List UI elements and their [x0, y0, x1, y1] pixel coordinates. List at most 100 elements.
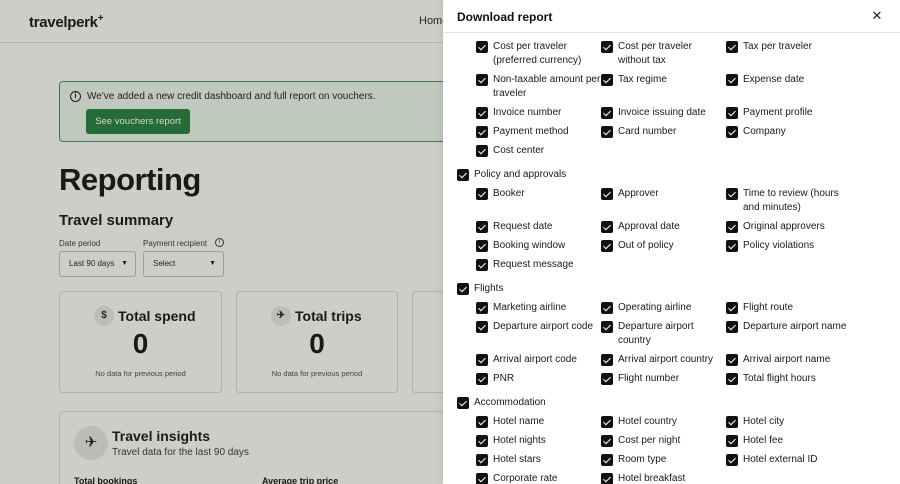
checkbox-booker[interactable]	[476, 188, 488, 200]
checkbox-departure-airport-code[interactable]	[476, 321, 488, 333]
checkbox-cost-per-night[interactable]	[601, 435, 613, 447]
option-label-line: Booking window	[493, 240, 566, 251]
option-label: Expense date	[743, 73, 804, 87]
checkbox-approver[interactable]	[601, 188, 613, 200]
option-label: Marketing airline	[493, 301, 566, 315]
option-label-line: Tax per traveler	[743, 41, 812, 52]
option-label: Tax per traveler	[743, 40, 812, 54]
checkbox-flight-route[interactable]	[726, 302, 738, 314]
checkbox-total-flight-hours[interactable]	[726, 373, 738, 385]
checkbox-hotel-fee[interactable]	[726, 435, 738, 447]
checkbox-cost-center[interactable]	[476, 145, 488, 157]
option-label-line: Arrival airport country	[618, 354, 714, 365]
option-label: Hotel external ID	[743, 453, 817, 467]
section-checkbox[interactable]	[457, 397, 469, 409]
option-label: Cost per night	[618, 434, 680, 448]
option-label: PNR	[493, 372, 514, 386]
checkbox-departure-airport-country[interactable]	[601, 321, 613, 333]
option-label-line: Hotel country	[618, 416, 677, 427]
download-report-drawer: Download report ✕ Cost per traveler (pref…	[443, 0, 900, 484]
checkbox-expense-date[interactable]	[726, 74, 738, 86]
section-checkbox[interactable]	[457, 283, 469, 295]
option-label-line: Arrival airport name	[743, 354, 831, 365]
checkbox-hotel-external-id[interactable]	[726, 454, 738, 466]
option-label: Hotel fee	[743, 434, 783, 448]
option-label-line: Approver	[618, 188, 659, 199]
checkbox-payment-profile[interactable]	[726, 107, 738, 119]
checkbox-invoice-issuing-date[interactable]	[601, 107, 613, 119]
checkbox-approval-date[interactable]	[601, 221, 613, 233]
option-label: Cost per traveler without tax	[618, 40, 692, 68]
option-label: Arrival airport name	[743, 353, 830, 367]
option-label-line: Hotel stars	[493, 454, 541, 465]
option-label: Payment profile	[743, 106, 812, 120]
option-label-line: Invoice number	[493, 107, 562, 118]
option-label: Request message	[493, 258, 574, 272]
section-label: Flights	[474, 283, 504, 294]
checkbox-cost-per-traveler-preferred-currency[interactable]	[476, 41, 488, 53]
checkbox-pnr[interactable]	[476, 373, 488, 385]
checkbox-arrival-airport-name[interactable]	[726, 354, 738, 366]
checkbox-tax-regime[interactable]	[601, 74, 613, 86]
option-label: Arrival airport country	[618, 353, 713, 367]
checkbox-corporate-rate[interactable]	[476, 473, 488, 484]
option-label-line: Payment profile	[743, 107, 813, 118]
checkbox-original-approvers[interactable]	[726, 221, 738, 233]
option-label-line: Cost per night	[618, 435, 681, 446]
option-label: Departure airport name	[743, 320, 846, 334]
checkbox-cost-per-traveler-without-tax[interactable]	[601, 41, 613, 53]
option-label: Out of policy	[618, 239, 674, 253]
section-checkbox[interactable]	[457, 169, 469, 181]
drawer-header: Download report ✕	[443, 0, 900, 33]
option-label-line: Departure airport code	[493, 321, 594, 332]
checkbox-request-message[interactable]	[476, 259, 488, 271]
checkbox-payment-method[interactable]	[476, 126, 488, 138]
checkbox-operating-airline[interactable]	[601, 302, 613, 314]
option-label-line: without tax	[618, 55, 666, 66]
checkbox-arrival-airport-code[interactable]	[476, 354, 488, 366]
option-label: Invoice number	[493, 106, 561, 120]
option-label: Approval date	[618, 220, 680, 234]
option-label-line: Expense date	[743, 74, 805, 85]
option-label: Hotel country	[618, 415, 677, 429]
checkbox-out-of-policy[interactable]	[601, 240, 613, 252]
checkbox-arrival-airport-country[interactable]	[601, 354, 613, 366]
option-label-line: Cost per traveler	[618, 41, 692, 52]
option-label-line: Total flight hours	[743, 373, 816, 384]
option-label-line: Approval date	[618, 221, 680, 232]
option-label-line: Room type	[618, 454, 667, 465]
option-label-line: Hotel nights	[493, 435, 546, 446]
option-label: Departure airport code	[493, 320, 593, 334]
option-label-line: Cost center	[493, 145, 545, 156]
option-label: Approver	[618, 187, 659, 201]
checkbox-company[interactable]	[726, 126, 738, 138]
checkbox-booking-window[interactable]	[476, 240, 488, 252]
checkbox-tax-per-traveler[interactable]	[726, 41, 738, 53]
checkbox-card-number[interactable]	[601, 126, 613, 138]
checkbox-departure-airport-name[interactable]	[726, 321, 738, 333]
checkbox-hotel-country[interactable]	[601, 416, 613, 428]
option-label-line: Corporate rate	[493, 473, 558, 484]
checkbox-time-to-review-hours-and-minutes[interactable]	[726, 188, 738, 200]
checkbox-hotel-city[interactable]	[726, 416, 738, 428]
checkbox-hotel-stars[interactable]	[476, 454, 488, 466]
checkbox-hotel-breakfast[interactable]	[601, 473, 613, 484]
checkbox-invoice-number[interactable]	[476, 107, 488, 119]
option-label: Flight route	[743, 301, 793, 315]
option-label-line: Booker	[493, 188, 525, 199]
checkbox-non-taxable-amount-per-traveler[interactable]	[476, 74, 488, 86]
option-label-line: Operating airline	[618, 302, 692, 313]
close-icon[interactable]: ✕	[870, 9, 884, 23]
checkbox-marketing-airline[interactable]	[476, 302, 488, 314]
checkbox-room-type[interactable]	[601, 454, 613, 466]
checkbox-policy-violations[interactable]	[726, 240, 738, 252]
option-label: Hotel breakfast	[618, 472, 685, 484]
option-label-line: country	[618, 335, 651, 346]
option-label: Card number	[618, 125, 676, 139]
checkbox-flight-number[interactable]	[601, 373, 613, 385]
checkbox-hotel-nights[interactable]	[476, 435, 488, 447]
option-label-line: Departure airport name	[743, 321, 847, 332]
checkbox-request-date[interactable]	[476, 221, 488, 233]
option-label-line: Out of policy	[618, 240, 674, 251]
checkbox-hotel-name[interactable]	[476, 416, 488, 428]
